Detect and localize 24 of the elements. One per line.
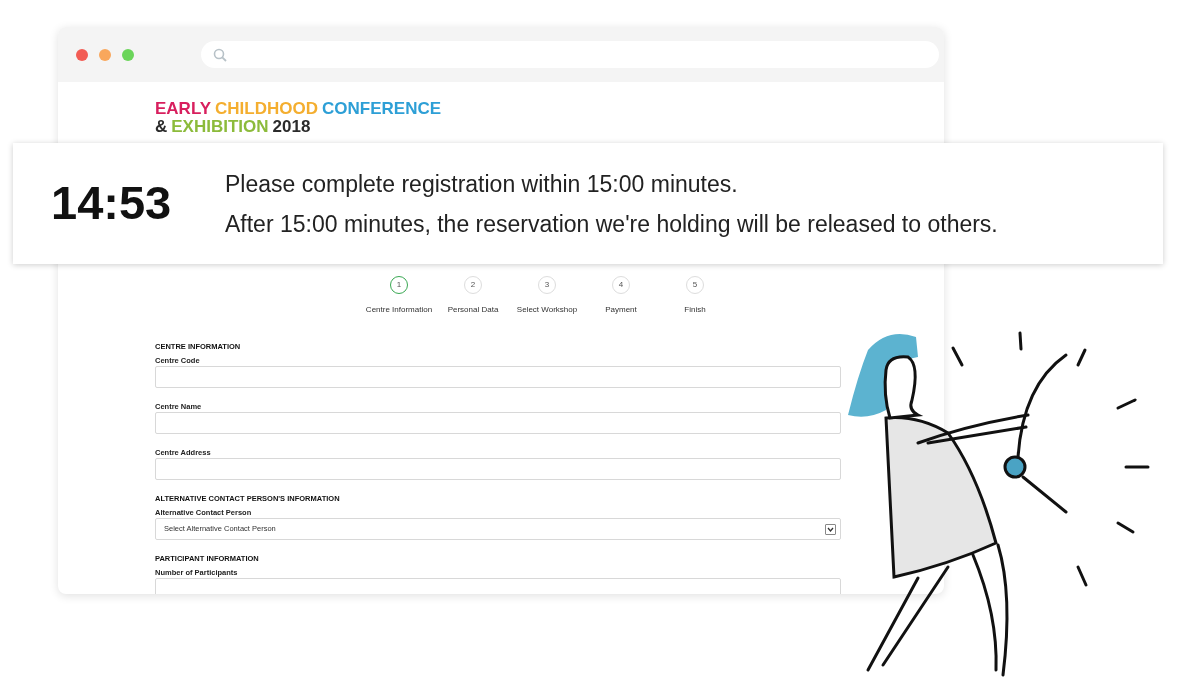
logo-word: EARLY — [155, 100, 212, 118]
countdown-time: 14:53 — [50, 175, 173, 232]
input-field[interactable] — [155, 412, 841, 434]
minimize-icon[interactable] — [99, 48, 111, 61]
step-label: Select Workshop — [516, 304, 578, 316]
logo-word: 2018 — [272, 118, 311, 136]
logo-word: & — [155, 118, 168, 136]
maximize-icon[interactable] — [122, 48, 134, 61]
timer-message: Please complete registration within 15:00 minutes. — [225, 169, 739, 199]
logo-word: EXHIBITION — [171, 118, 269, 136]
input-field[interactable] — [155, 458, 841, 480]
logo-word: CHILDHOOD — [215, 100, 318, 118]
timer-message: After 15:00 minutes, the reservation we're holding will be released to others. — [225, 209, 998, 239]
close-icon[interactable] — [76, 48, 88, 61]
step-label: Centre Information — [365, 304, 433, 316]
step-label: Payment — [605, 304, 637, 316]
step-label: Finish — [684, 304, 706, 316]
step-label: Personal Data — [447, 304, 499, 316]
address-bar[interactable] — [201, 41, 939, 68]
logo-word: CONFERENCE — [322, 100, 442, 118]
input-field[interactable] — [155, 366, 841, 388]
search-icon — [213, 47, 227, 62]
caret-icon — [827, 526, 834, 532]
select-field[interactable] — [155, 578, 841, 594]
